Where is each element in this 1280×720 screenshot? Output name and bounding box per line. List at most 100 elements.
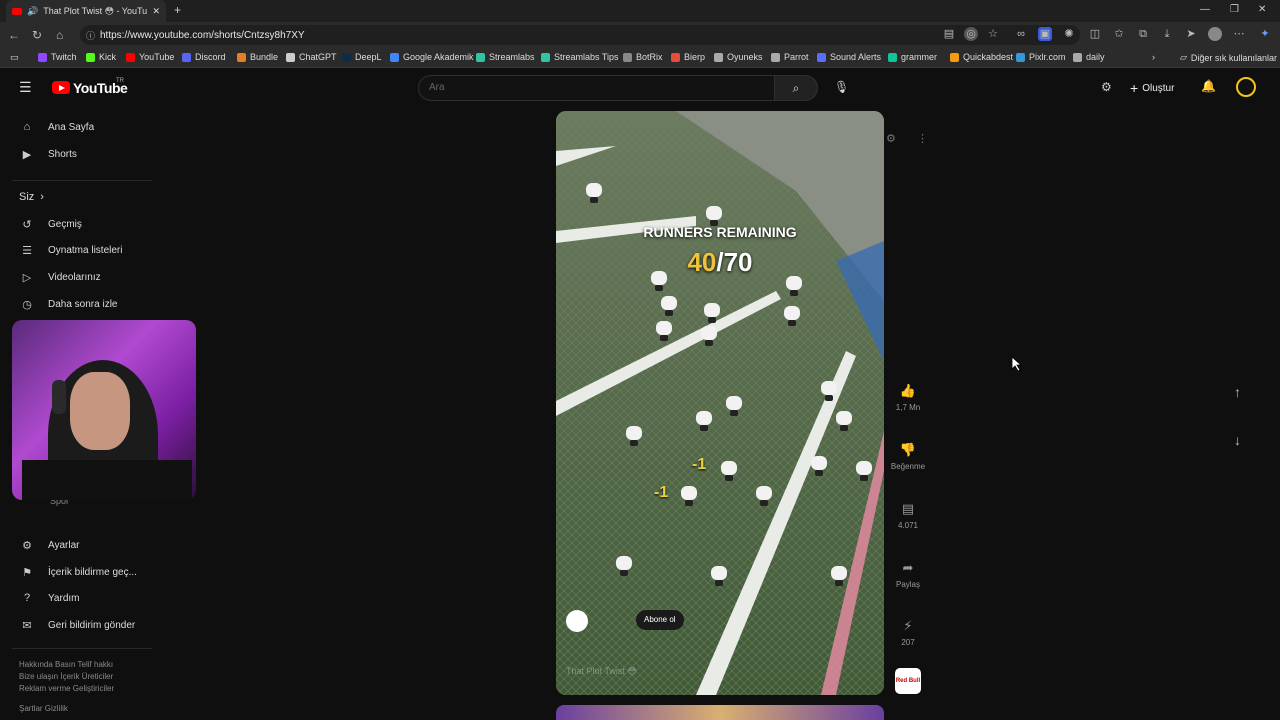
bookmark-panel-icon[interactable]: ▭ — [10, 52, 19, 63]
close-tab-icon[interactable]: ✕ — [152, 6, 160, 17]
runner-figure — [701, 326, 717, 340]
video-caption[interactable]: That Plot Twist 😳 — [566, 666, 637, 677]
bookmark-item[interactable]: Quickabdest — [950, 52, 1013, 62]
youtube-logo-icon[interactable] — [52, 81, 70, 94]
footer-links[interactable]: Şartlar Gizlilik — [19, 704, 68, 713]
sidebar-item[interactable]: ⚑ İçerik bildirme geç... — [20, 566, 137, 579]
favorite-star-icon[interactable]: ☆ — [986, 27, 1000, 41]
bookmark-item[interactable]: grammer — [888, 52, 937, 62]
bookmark-item[interactable]: Sound Alerts — [817, 52, 881, 62]
browser-tab[interactable]: 🔊 That Plot Twist 😳 - YouTube ✕ — [6, 0, 166, 22]
reader-icon[interactable]: ▤ — [942, 27, 956, 41]
collections-icon[interactable]: ⧉ — [1136, 27, 1150, 41]
youtube-favicon-icon — [12, 7, 22, 15]
extension-3-icon[interactable]: ✺ — [1062, 27, 1076, 41]
menu-hamburger-icon[interactable]: ☰ — [19, 79, 32, 96]
site-info-icon[interactable]: ⓘ — [86, 29, 95, 42]
footer-links[interactable]: Hakkında Basın Telif hakkı — [19, 660, 113, 669]
gear-icon[interactable]: ⚙ — [886, 132, 896, 145]
shorts-video-player[interactable]: RUNNERS REMAINING 40/70 -1 -1 — [556, 111, 884, 695]
notifications-bell-icon[interactable]: 🔔 — [1201, 79, 1216, 93]
favorites-icon[interactable]: ✩ — [1112, 27, 1126, 41]
bookmark-item[interactable]: Streamlabs Tips — [541, 52, 619, 62]
sidebar-item[interactable]: ◷ Daha sonra izle — [20, 298, 117, 311]
speaker-icon[interactable]: 🔊 — [27, 6, 38, 17]
bookmark-item[interactable]: ChatGPT — [286, 52, 337, 62]
profile-icon[interactable] — [1208, 27, 1222, 41]
close-window-icon[interactable]: ✕ — [1258, 4, 1266, 15]
dislike-button[interactable]: 👎 Beğenme — [888, 442, 928, 471]
remix-button[interactable]: ⚡ 207 — [888, 618, 928, 647]
bookmark-item[interactable]: Twitch — [38, 52, 77, 62]
bookmark-item[interactable]: Streamlabs — [476, 52, 535, 62]
footer-links[interactable]: Bize ulaşın İçerik Üreticiler — [19, 672, 113, 681]
bookmark-item[interactable]: Bierp — [671, 52, 705, 62]
new-tab-icon[interactable]: + — [174, 3, 181, 17]
sidebar-you-header[interactable]: Siz › — [19, 191, 44, 203]
bookmark-item[interactable]: Parrot — [771, 52, 809, 62]
search-input[interactable]: Ara — [418, 75, 775, 101]
channel-avatar[interactable] — [566, 610, 588, 632]
sidebar-item[interactable]: ? Yardım — [20, 592, 80, 604]
sidebar-item[interactable]: ▶ Shorts — [20, 148, 77, 161]
split-screen-icon[interactable]: ◫ — [1088, 27, 1102, 41]
bookmark-item[interactable]: DeepL — [342, 52, 382, 62]
bookmark-favicon-icon — [182, 52, 191, 62]
previous-video-arrow-icon[interactable]: ↑ — [1234, 384, 1241, 400]
copilot-icon[interactable]: ✦ — [1258, 27, 1272, 41]
other-bookmarks[interactable]: ▱ Diğer sık kullanılanlar — [1180, 52, 1277, 63]
comments-button[interactable]: ▤ 4.071 — [888, 501, 928, 530]
bookmark-item[interactable]: Pixlr.com — [1016, 52, 1066, 62]
more-menu-icon[interactable]: ⋯ — [1232, 27, 1246, 41]
reload-icon[interactable]: ↻ — [32, 28, 42, 42]
next-video-arrow-icon[interactable]: ↓ — [1234, 432, 1241, 448]
bookmark-item[interactable]: Kick — [86, 52, 116, 62]
runner-figure — [726, 396, 742, 410]
create-button[interactable]: + Oluştur — [1130, 80, 1174, 96]
sidebar-item[interactable]: ⌂ Ana Sayfa — [20, 121, 94, 133]
bookmark-item[interactable]: Bundle — [237, 52, 278, 62]
remix-icon: ⚡ — [903, 618, 913, 633]
voice-search-icon[interactable]: 🎙 — [834, 80, 849, 94]
tab-title: That Plot Twist 😳 - YouTube — [43, 5, 148, 16]
bookmark-item[interactable]: Google Akademik — [390, 52, 474, 62]
account-avatar[interactable] — [1236, 77, 1256, 97]
next-short-thumbnail[interactable] — [556, 705, 884, 720]
runner-counter: 40/70 — [556, 247, 884, 278]
sidebar-item[interactable]: ✉ Geri bildirim gönder — [20, 619, 135, 632]
runner-count-total: /70 — [716, 247, 753, 277]
back-icon[interactable]: ← — [8, 28, 20, 42]
home-browser-icon[interactable]: ⌂ — [56, 28, 63, 42]
share-button[interactable]: ➦ Paylaş — [888, 560, 928, 589]
send-icon[interactable]: ➤ — [1184, 27, 1198, 41]
restore-icon[interactable]: ❐ — [1230, 4, 1239, 15]
extension-2-icon[interactable]: ▣ — [1038, 27, 1052, 41]
cast-icon[interactable]: ⚙ — [1101, 80, 1112, 94]
bookmark-item[interactable]: daily — [1073, 52, 1105, 62]
bookmark-item[interactable]: YouTube — [126, 52, 174, 62]
extension-icon[interactable]: ∞ — [1014, 27, 1028, 41]
search-button[interactable]: ⌕ — [774, 75, 818, 101]
footer-links[interactable]: Reklam verme Geliştiriciler — [19, 684, 114, 693]
bookmark-item[interactable]: Discord — [182, 52, 226, 62]
bookmark-favicon-icon — [476, 52, 485, 62]
like-button[interactable]: 👍 1,7 Mn — [888, 383, 928, 412]
url-field[interactable]: https://www.youtube.com/shorts/Cntzsy8h7… — [80, 25, 1080, 45]
dislike-label: Beğenme — [890, 462, 926, 471]
download-icon[interactable]: ⤓ — [1160, 27, 1174, 41]
runner-figure — [706, 206, 722, 220]
bookmark-favicon-icon — [237, 52, 246, 62]
tracking-icon[interactable]: ◎ — [964, 27, 978, 41]
more-options-icon[interactable]: ⋮ — [917, 132, 928, 145]
sidebar-item[interactable]: ☰ Oynatma listeleri — [20, 244, 122, 257]
minimize-icon[interactable]: — — [1200, 4, 1210, 15]
sidebar-item[interactable]: ↺ Geçmiş — [20, 218, 82, 231]
channel-badge[interactable]: Red Bull — [895, 668, 921, 694]
sidebar-item[interactable]: ⚙ Ayarlar — [20, 539, 79, 552]
bookmark-item[interactable]: Oyuneks — [714, 52, 763, 62]
sidebar-item[interactable]: ▷ Videolarınız — [20, 271, 101, 284]
subscribe-button[interactable]: Abone ol — [636, 610, 684, 630]
bookmark-item[interactable]: BotRix — [623, 52, 663, 62]
logo-region: TR — [116, 78, 124, 84]
bookmarks-overflow-icon[interactable]: › — [1152, 52, 1155, 62]
